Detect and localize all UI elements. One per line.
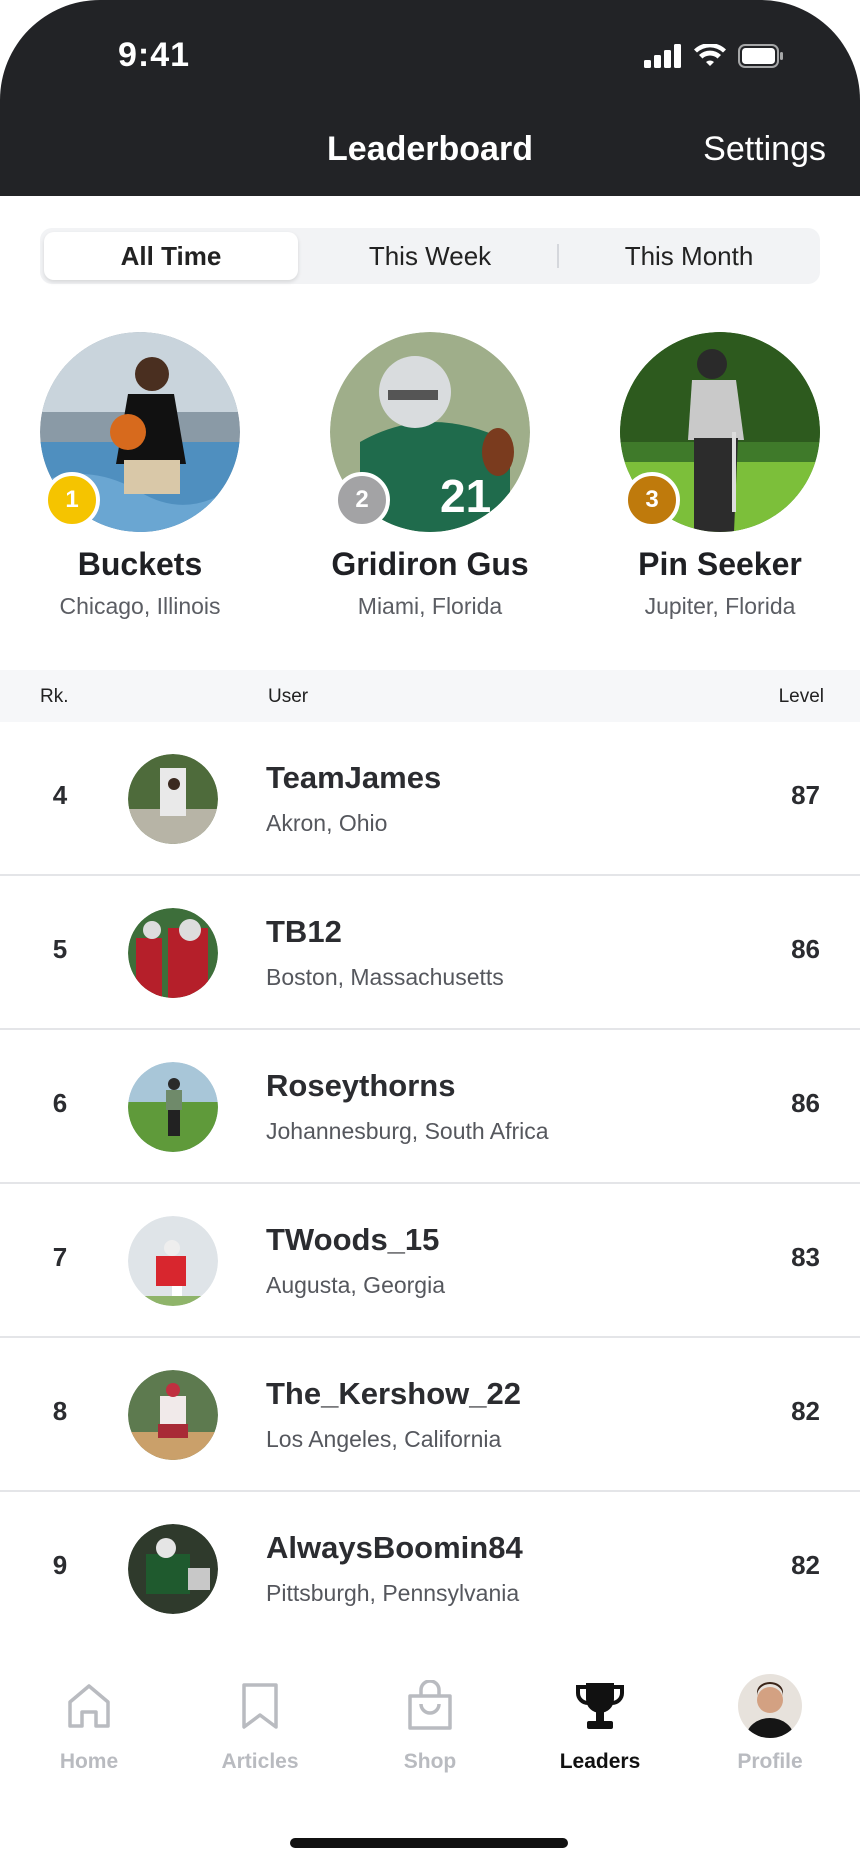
row-rank: 6 [52, 1088, 68, 1118]
bookmark-icon [242, 1683, 278, 1729]
tab-label: Shop [403, 1750, 457, 1773]
row-location: Johannesburg, South Africa [266, 1118, 549, 1144]
avatar [128, 1216, 218, 1306]
row-username: TeamJames [266, 760, 442, 795]
home-icon [68, 1684, 110, 1728]
table-row[interactable]: 9 AlwaysBoomin84 Pittsburgh, Pennsylvani… [0, 1492, 860, 1646]
leaderboard-table-header: Rk. User Level [0, 670, 860, 722]
tab-label: Articles [221, 1750, 299, 1773]
podium-name: Pin Seeker [638, 546, 802, 582]
shopping-bag-icon [408, 1680, 452, 1730]
row-username: TWoods_15 [266, 1222, 440, 1257]
avatar: 3 [620, 332, 820, 532]
avatar: 21 2 [330, 332, 530, 532]
bottom-tab-bar: Home Articles Shop Leaders Profile [0, 1640, 860, 1864]
podium-location: Chicago, Illinois [59, 593, 221, 619]
row-level: 82 [791, 1550, 820, 1580]
row-rank: 5 [52, 934, 68, 964]
row-location: Augusta, Georgia [266, 1272, 446, 1298]
segment-this-week[interactable]: This Week [303, 232, 557, 280]
row-username: Roseythorns [266, 1068, 456, 1103]
home-indicator [290, 1838, 568, 1848]
table-row[interactable]: 4 TeamJames Akron, Ohio 87 [0, 722, 860, 876]
avatar [128, 908, 218, 998]
rank-badge: 3 [624, 472, 680, 528]
table-row[interactable]: 6 Roseythorns Johannesburg, South Africa… [0, 1030, 860, 1184]
podium-name: Buckets [77, 546, 203, 582]
row-rank: 9 [52, 1550, 68, 1580]
row-location: Pittsburgh, Pennsylvania [266, 1580, 520, 1606]
row-rank: 4 [52, 780, 68, 810]
cellular-signal-icon [644, 44, 681, 68]
podium-second[interactable]: 21 2 Gridiron Gus Miami, Florida [285, 332, 575, 620]
tab-label: Profile [737, 1750, 803, 1773]
wifi-icon [694, 44, 726, 66]
trophy-icon [576, 1683, 624, 1729]
tab-articles[interactable]: Articles [185, 1676, 335, 1774]
row-location: Akron, Ohio [266, 810, 388, 836]
row-level: 83 [791, 1242, 820, 1272]
rank-badge: 2 [334, 472, 390, 528]
row-username: TB12 [266, 914, 342, 949]
status-time: 9:41 [118, 36, 191, 74]
segment-this-month[interactable]: This Month [562, 232, 816, 280]
podium-name: Gridiron Gus [331, 546, 529, 582]
podium-location: Miami, Florida [357, 593, 503, 619]
table-row[interactable]: 5 TB12 Boston, Massachusetts 86 [0, 876, 860, 1030]
tab-leaders[interactable]: Leaders [525, 1676, 675, 1774]
row-username: The_Kershow_22 [266, 1376, 521, 1411]
column-header-user: User [268, 686, 309, 707]
row-level: 87 [791, 780, 820, 810]
avatar [128, 1524, 218, 1614]
row-level: 86 [791, 934, 820, 964]
row-level: 82 [791, 1396, 820, 1426]
tab-label: Leaders [559, 1750, 641, 1773]
column-header-level: Level [778, 686, 824, 707]
podium-first[interactable]: 1 Buckets Chicago, Illinois [0, 332, 285, 620]
row-rank: 7 [52, 1242, 68, 1272]
avatar [128, 1062, 218, 1152]
tab-home[interactable]: Home [14, 1676, 164, 1774]
row-rank: 8 [52, 1396, 68, 1426]
tab-profile[interactable]: Profile [695, 1674, 845, 1774]
segment-all-time[interactable]: All Time [44, 232, 298, 280]
podium-location: Jupiter, Florida [644, 593, 796, 619]
podium-third[interactable]: 3 Pin Seeker Jupiter, Florida [575, 332, 860, 620]
tab-shop[interactable]: Shop [355, 1676, 505, 1774]
row-username: AlwaysBoomin84 [266, 1530, 523, 1565]
avatar [128, 754, 218, 844]
row-location: Los Angeles, California [266, 1426, 502, 1452]
rank-badge: 1 [44, 472, 100, 528]
settings-button[interactable]: Settings [703, 130, 826, 169]
column-header-rank: Rk. [40, 686, 69, 707]
avatar [128, 1370, 218, 1460]
avatar: 1 [40, 332, 240, 532]
app-header: 9:41 Leaderboard Settings [0, 0, 860, 196]
avatar [738, 1674, 802, 1738]
tab-label: Home [59, 1750, 119, 1773]
table-row[interactable]: 8 The_Kershow_22 Los Angeles, California… [0, 1338, 860, 1492]
battery-icon [738, 44, 783, 68]
time-range-segmented-control: All Time This Week This Month [40, 228, 820, 284]
status-icons [644, 44, 784, 68]
svg-text:21: 21 [440, 470, 491, 522]
table-row[interactable]: 7 TWoods_15 Augusta, Georgia 83 [0, 1184, 860, 1338]
row-level: 86 [791, 1088, 820, 1118]
segment-divider [557, 244, 559, 268]
row-location: Boston, Massachusetts [266, 964, 504, 990]
